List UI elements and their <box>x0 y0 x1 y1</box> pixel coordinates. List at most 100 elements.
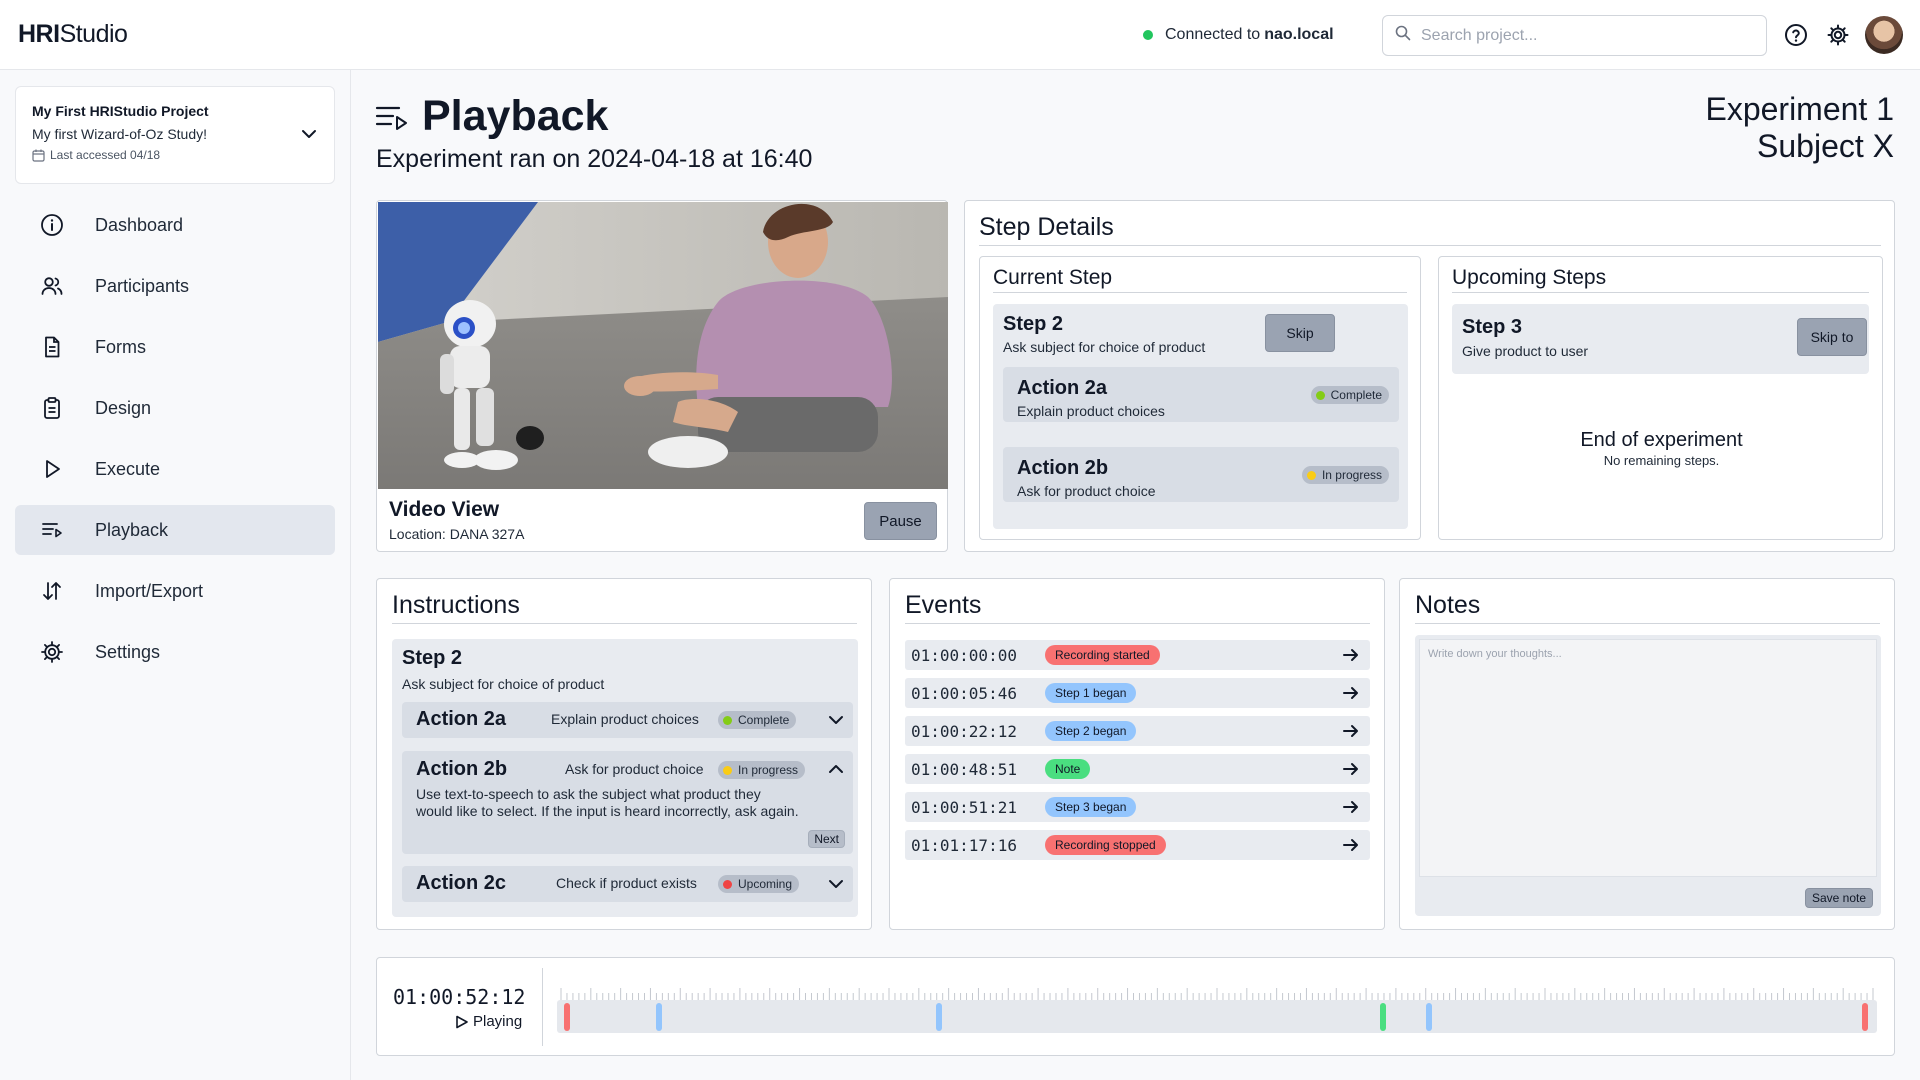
save-note-button[interactable]: Save note <box>1804 888 1873 908</box>
timeline-marker[interactable] <box>1425 1003 1432 1031</box>
arrow-right-icon[interactable] <box>1342 836 1360 859</box>
project-selector[interactable]: My First HRIStudio Project My first Wiza… <box>15 86 335 184</box>
playback-status: Playing <box>455 1013 522 1030</box>
sidebar-item-settings[interactable]: Settings <box>15 627 335 677</box>
users-icon <box>39 273 65 299</box>
arrow-right-icon[interactable] <box>1342 760 1360 783</box>
help-icon[interactable] <box>1783 22 1809 48</box>
action-card: Action 2b Ask for product choice In prog… <box>1003 447 1399 502</box>
event-time: 01:01:17:16 <box>911 835 1017 855</box>
search-input[interactable] <box>1421 26 1741 45</box>
video-panel: Video View Location: DANA 327A Pause <box>376 200 948 552</box>
last-accessed: Last accessed 04/18 <box>32 148 318 162</box>
sidebar-nav: Dashboard Participants Forms Design Exec… <box>15 200 335 688</box>
pause-button[interactable]: Pause <box>864 502 937 540</box>
action-detail: Use text-to-speech to ask the subject wh… <box>416 786 761 802</box>
sidebar-item-execute[interactable]: Execute <box>15 444 335 494</box>
page-subtitle: Experiment ran on 2024-04-18 at 16:40 <box>376 145 813 173</box>
chevron-down-icon[interactable] <box>300 125 318 148</box>
timeline-marker[interactable] <box>564 1003 570 1031</box>
event-row[interactable]: 01:00:05:46 Step 1 began <box>905 678 1370 708</box>
action-card: Action 2a Explain product choices Comple… <box>1003 367 1399 422</box>
sidebar-item-playback[interactable]: Playback <box>15 505 335 555</box>
experiment-heading: Experiment 1 Subject X <box>1705 91 1894 165</box>
notes-panel: Notes Save note <box>1399 578 1895 930</box>
study-name: My first Wizard-of-Oz Study! <box>32 126 208 142</box>
upcoming-steps-panel: Upcoming Steps Step 3 Give product to us… <box>1438 256 1883 540</box>
status-dot-icon <box>1306 470 1316 480</box>
gear-icon[interactable] <box>1825 22 1851 48</box>
connection-host: nao.local <box>1264 26 1334 43</box>
timeline-marker[interactable] <box>936 1003 943 1031</box>
clipboard-icon <box>39 395 65 421</box>
event-row[interactable]: 01:00:22:12 Step 2 began <box>905 716 1370 746</box>
sidebar-item-dashboard[interactable]: Dashboard <box>15 200 335 250</box>
page-title: Playback <box>422 92 609 140</box>
sidebar-item-import-export[interactable]: Import/Export <box>15 566 335 616</box>
avatar[interactable] <box>1865 16 1903 54</box>
action-row[interactable]: Action 2a Explain product choices Comple… <box>402 702 853 738</box>
step-title: Step 2 <box>402 647 463 669</box>
event-row[interactable]: 01:00:00:00 Recording started <box>905 640 1370 670</box>
notes-area: Save note <box>1415 635 1881 916</box>
event-time: 01:00:48:51 <box>911 759 1017 779</box>
sidebar-item-label: Playback <box>95 519 169 540</box>
divider <box>979 245 1881 246</box>
arrow-right-icon[interactable] <box>1342 646 1360 669</box>
play-icon <box>39 456 65 482</box>
status-dot-icon <box>1315 390 1325 400</box>
action-title: Action 2c <box>416 872 507 894</box>
step-title: Step 2 <box>1003 313 1064 335</box>
event-time: 01:00:51:21 <box>911 797 1017 817</box>
arrow-right-icon[interactable] <box>1342 722 1360 745</box>
end-subtitle: No remaining steps. <box>1603 453 1720 468</box>
video-frame[interactable] <box>378 202 948 489</box>
event-row[interactable]: 01:01:17:16 Recording stopped <box>905 830 1370 860</box>
arrow-right-icon[interactable] <box>1342 798 1360 821</box>
app-logo[interactable]: HRIStudio <box>18 20 128 49</box>
action-row-expanded[interactable]: Action 2b Ask for product choice In prog… <box>402 751 853 854</box>
subject-name: Subject X <box>1757 128 1894 164</box>
next-button[interactable]: Next <box>808 830 845 848</box>
skip-button[interactable]: Skip <box>1265 314 1335 352</box>
event-badge: Recording stopped <box>1045 835 1166 855</box>
status-dot-icon <box>723 715 732 725</box>
divider <box>542 968 543 1046</box>
step-description: Ask subject for choice of product <box>1003 339 1206 355</box>
upcoming-step-card: Step 3 Give product to user Skip to <box>1452 304 1869 374</box>
status-dot-icon <box>1143 30 1153 40</box>
events-title: Events <box>905 591 982 619</box>
timeline-marker[interactable] <box>1862 1003 1869 1031</box>
event-time: 01:00:00:00 <box>911 645 1017 665</box>
event-row[interactable]: 01:00:48:51 Note <box>905 754 1370 784</box>
status-badge: Complete <box>1310 386 1389 404</box>
action-row[interactable]: Action 2c Check if product exists Upcomi… <box>402 866 853 902</box>
project-name: My First HRIStudio Project <box>32 103 209 119</box>
notes-textarea[interactable] <box>1419 639 1877 877</box>
step-description: Give product to user <box>1462 343 1589 359</box>
sidebar-item-participants[interactable]: Participants <box>15 261 335 311</box>
play-icon <box>456 1015 468 1028</box>
divider <box>1415 623 1880 624</box>
instruction-step-card: Step 2 Ask subject for choice of product… <box>392 639 858 917</box>
event-row[interactable]: 01:00:51:21 Step 3 began <box>905 792 1370 822</box>
end-title: End of experiment <box>1580 429 1743 451</box>
status-badge: Upcoming <box>718 875 800 893</box>
timeline-track[interactable] <box>557 1000 1877 1033</box>
action-description: Check if product exists <box>556 875 697 891</box>
current-step-card: Step 2 Ask subject for choice of product… <box>993 304 1408 529</box>
chevron-down-icon[interactable] <box>827 711 845 734</box>
chevron-up-icon[interactable] <box>827 760 845 783</box>
sidebar-item-design[interactable]: Design <box>15 383 335 433</box>
timeline-panel: 01:00:52:12 Playing <box>376 957 1895 1056</box>
timeline-marker[interactable] <box>1380 1003 1387 1031</box>
sidebar-item-forms[interactable]: Forms <box>15 322 335 372</box>
notes-title: Notes <box>1415 591 1481 619</box>
video-location: Location: DANA 327A <box>389 526 525 542</box>
video-title: Video View <box>389 498 500 521</box>
skip-to-button[interactable]: Skip to <box>1797 318 1867 356</box>
search-box[interactable] <box>1382 15 1767 56</box>
chevron-down-icon[interactable] <box>827 875 845 898</box>
arrow-right-icon[interactable] <box>1342 684 1360 707</box>
timeline-marker[interactable] <box>655 1003 662 1031</box>
